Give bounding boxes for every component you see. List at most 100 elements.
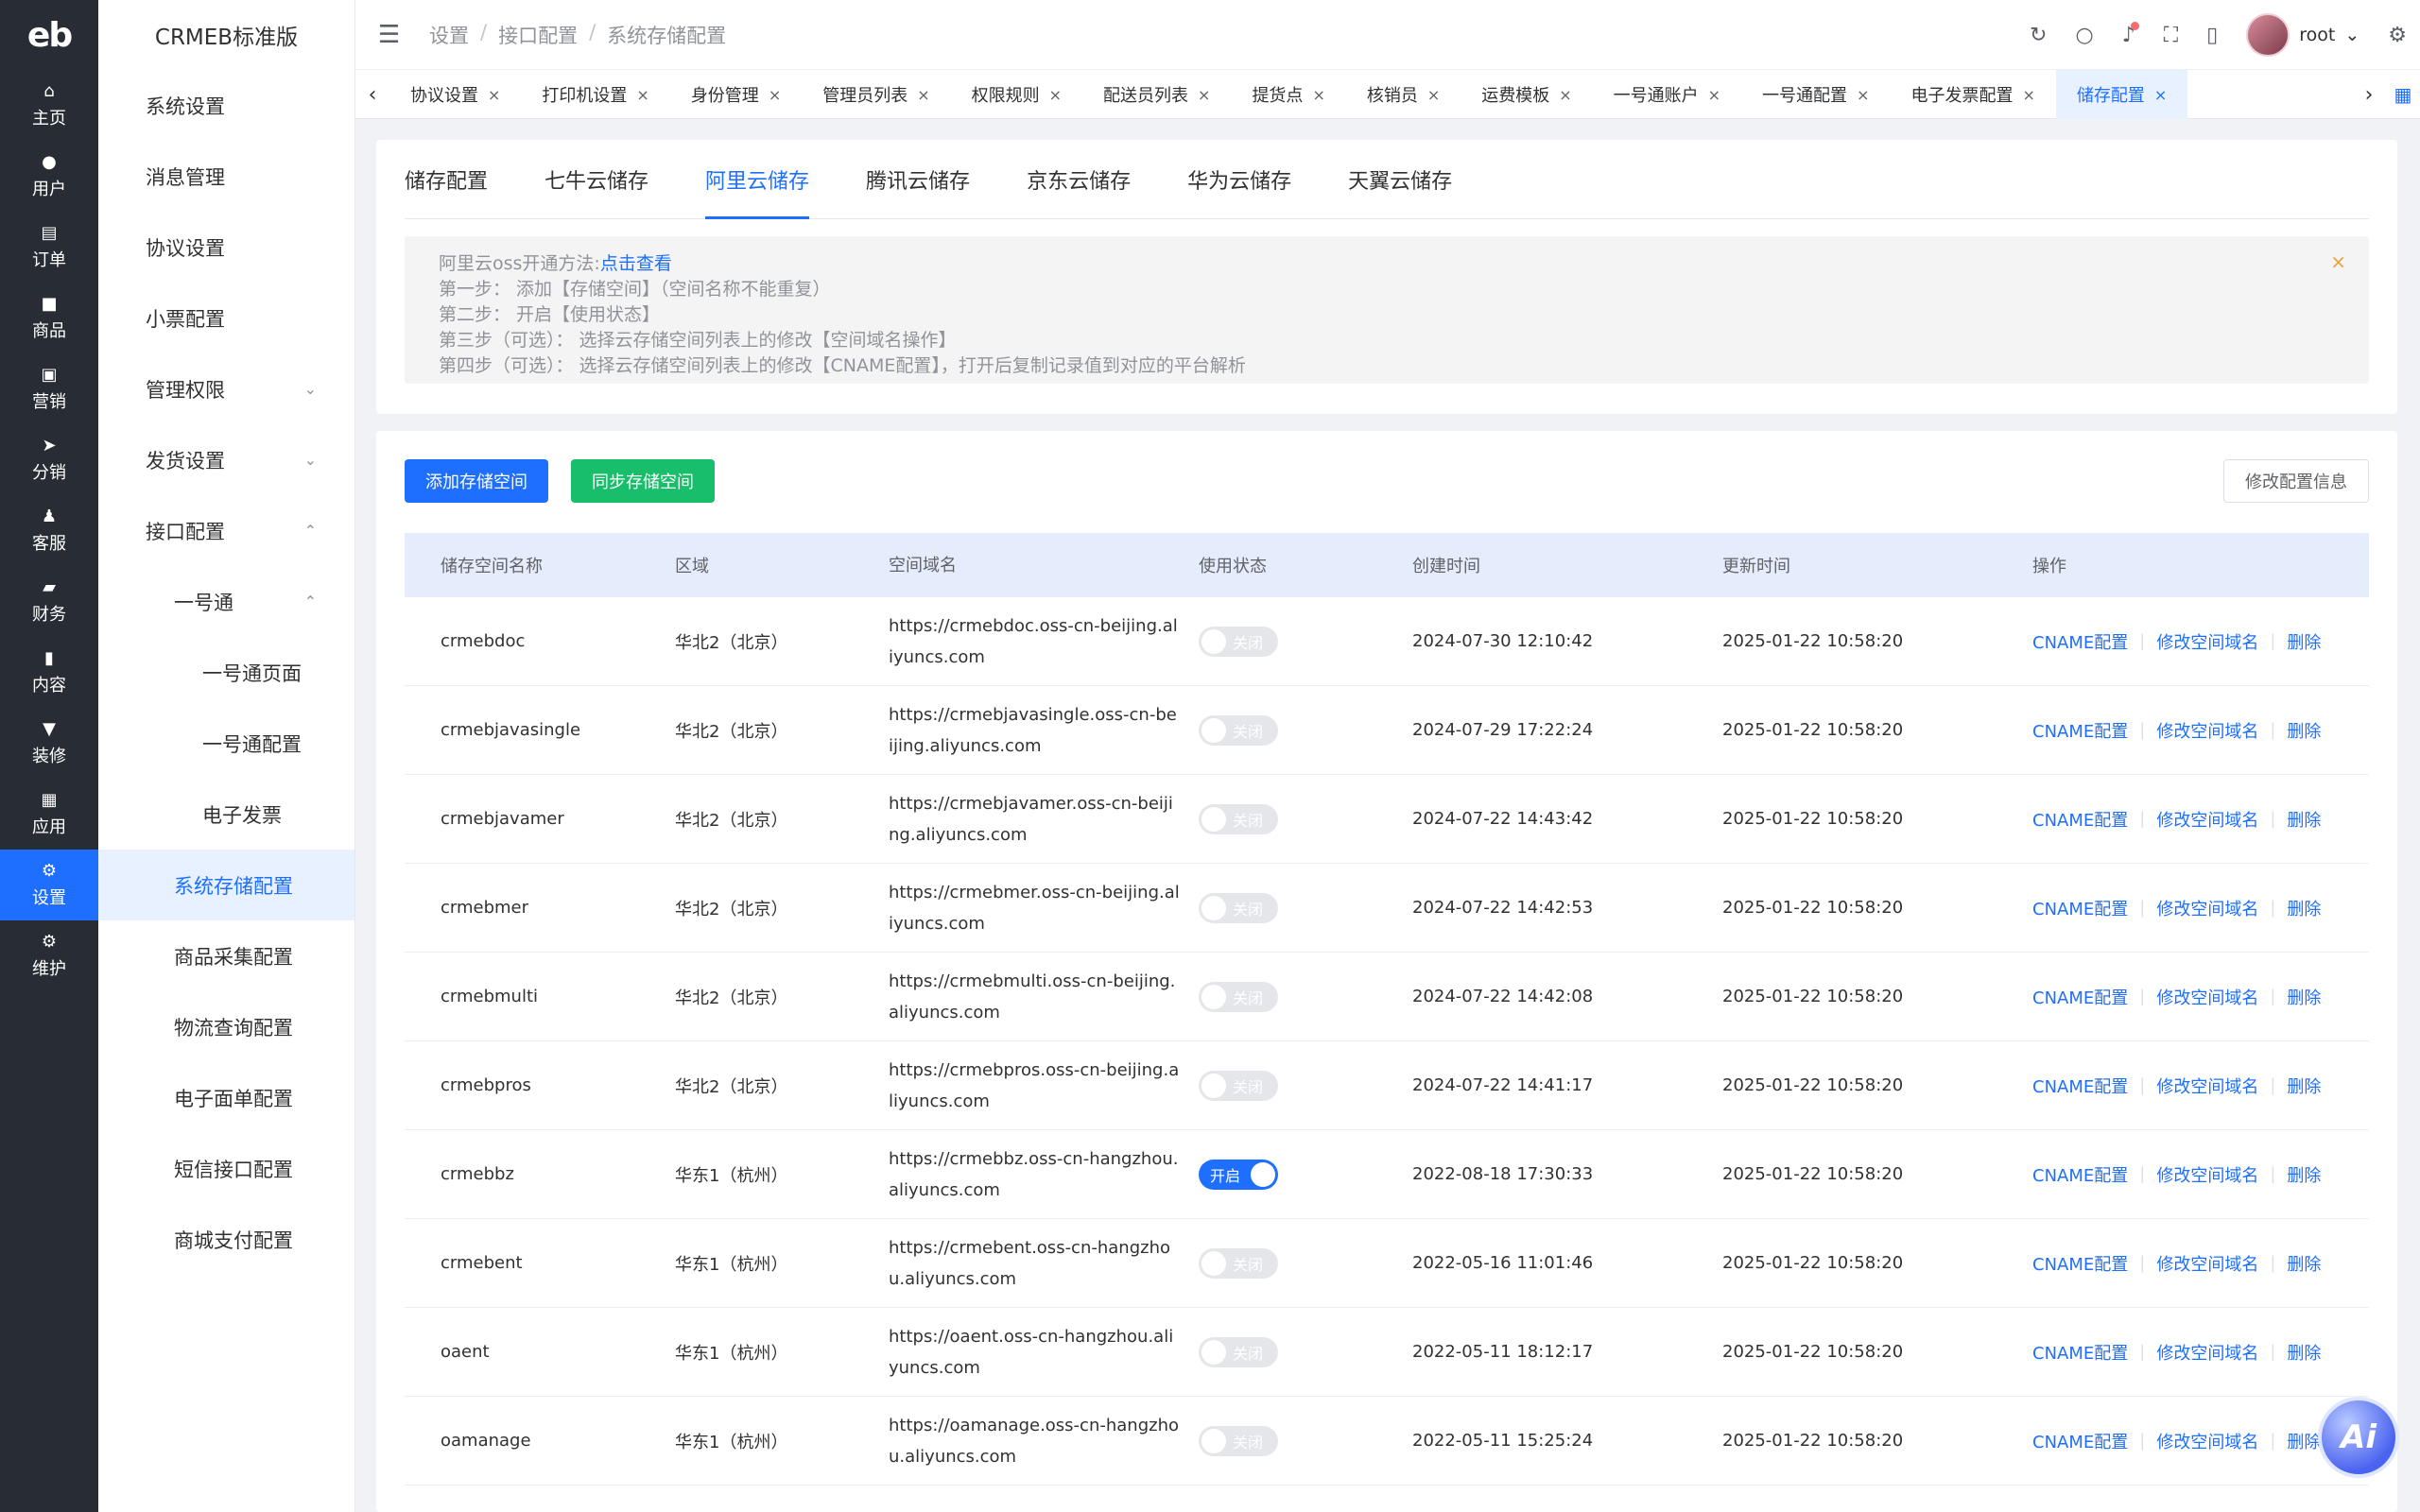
mobile-icon[interactable]: ▯ [2206,24,2218,47]
bell-icon[interactable]: ♪ [2122,21,2139,47]
rail-item-distribution[interactable]: ➤ 分销 [0,424,98,495]
cname-config-link[interactable]: CNAME配置 [2032,1162,2128,1187]
cname-config-link[interactable]: CNAME配置 [2032,718,2128,743]
storage-tab[interactable]: 腾讯云储存 [866,140,970,219]
page-tab[interactable]: 协议设置 × [389,70,521,119]
status-switch[interactable]: 关闭 [1199,1336,1278,1367]
status-switch[interactable]: 关闭 [1199,1070,1278,1101]
rail-item-goods[interactable]: ■ 商品 [0,283,98,353]
rail-item-settings[interactable]: ⚙ 设置 [0,850,98,920]
status-switch[interactable]: 关闭 [1199,626,1278,657]
submenu-item[interactable]: 管理权限 ⌄ [98,353,354,424]
add-storage-button[interactable]: 添加存储空间 [405,459,548,503]
submenu-item[interactable]: 商品采集配置 [98,920,354,991]
submenu-item[interactable]: 系统设置 [98,70,354,141]
cname-config-link[interactable]: CNAME配置 [2032,896,2128,920]
edit-domain-link[interactable]: 修改空间域名 [2156,1429,2258,1453]
rail-item-user[interactable]: ● 用户 [0,141,98,212]
rail-item-decorate[interactable]: ▼ 装修 [0,708,98,779]
page-tab[interactable]: 打印机设置 × [521,70,669,119]
edit-domain-link[interactable]: 修改空间域名 [2156,718,2258,743]
status-switch[interactable]: 关闭 [1199,981,1278,1012]
submenu-item[interactable]: 一号通 ⌃ [98,566,354,637]
delete-link[interactable]: 删除 [2287,1429,2321,1453]
rail-item-finance[interactable]: ▰ 财务 [0,566,98,637]
close-icon[interactable]: × [1559,86,1571,104]
close-icon[interactable]: × [1312,86,1324,104]
page-tab[interactable]: 权限规则 × [951,70,1082,119]
edit-domain-link[interactable]: 修改空间域名 [2156,1340,2258,1365]
edit-domain-link[interactable]: 修改空间域名 [2156,896,2258,920]
delete-link[interactable]: 删除 [2287,1251,2321,1276]
delete-link[interactable]: 删除 [2287,718,2321,743]
page-tab[interactable]: 一号通账户 × [1593,70,1741,119]
gear-icon[interactable]: ⚙ [2388,24,2407,47]
status-switch[interactable]: 关闭 [1199,892,1278,923]
cname-config-link[interactable]: CNAME配置 [2032,807,2128,832]
close-icon[interactable]: × [636,86,648,104]
delete-link[interactable]: 删除 [2287,1162,2321,1187]
alert-link[interactable]: 点击查看 [600,253,672,274]
rail-item-content[interactable]: ▮ 内容 [0,637,98,708]
menu-toggle-icon[interactable]: ☰ [378,21,416,49]
page-tab[interactable]: 身份管理 × [670,70,802,119]
cname-config-link[interactable]: CNAME配置 [2032,985,2128,1009]
cname-config-link[interactable]: CNAME配置 [2032,629,2128,654]
status-switch[interactable]: 开启 [1199,1159,1278,1190]
rail-item-maintain[interactable]: ⚙ 维护 [0,920,98,991]
cname-config-link[interactable]: CNAME配置 [2032,1429,2128,1453]
storage-tab[interactable]: 华为云储存 [1187,140,1291,219]
page-tab[interactable]: 管理员列表 × [802,70,950,119]
edit-domain-link[interactable]: 修改空间域名 [2156,1074,2258,1098]
delete-link[interactable]: 删除 [2287,1074,2321,1098]
submenu-item[interactable]: 接口配置 ⌃ [98,495,354,566]
status-switch[interactable]: 关闭 [1199,1247,1278,1279]
delete-link[interactable]: 删除 [2287,985,2321,1009]
rail-item-apps[interactable]: ▦ 应用 [0,779,98,850]
page-tab[interactable]: 提货点 × [1231,70,1345,119]
submenu-item[interactable]: 协议设置 [98,212,354,283]
storage-tab[interactable]: 阿里云储存 [705,140,810,219]
user-menu[interactable]: root ⌄ [2246,13,2360,57]
status-switch[interactable]: 关闭 [1199,714,1278,746]
rail-item-order[interactable]: ▤ 订单 [0,212,98,283]
submenu-item[interactable]: 系统存储配置 [98,850,354,920]
delete-link[interactable]: 删除 [2287,807,2321,832]
rail-item-home[interactable]: ⌂ 主页 [0,70,98,141]
close-icon[interactable]: × [917,86,929,104]
page-tab[interactable]: 核销员 × [1346,70,1461,119]
cname-config-link[interactable]: CNAME配置 [2032,1340,2128,1365]
chevron-left-icon[interactable]: ‹ [355,70,389,119]
close-icon[interactable]: × [2154,86,2167,104]
close-icon[interactable]: × [2330,249,2346,275]
sync-storage-button[interactable]: 同步存储空间 [571,459,715,503]
edit-domain-link[interactable]: 修改空间域名 [2156,807,2258,832]
breadcrumb-item[interactable]: 接口配置 [498,21,578,49]
storage-tab[interactable]: 七牛云储存 [544,140,648,219]
submenu-item[interactable]: 小票配置 [98,283,354,353]
storage-tab[interactable]: 京东云储存 [1027,140,1131,219]
storage-tab[interactable]: 天翼云储存 [1348,140,1452,219]
submenu-item[interactable]: 电子发票 [98,779,354,850]
close-icon[interactable]: × [1857,86,1869,104]
cname-config-link[interactable]: CNAME配置 [2032,1074,2128,1098]
rail-item-service[interactable]: ♟ 客服 [0,495,98,566]
edit-domain-link[interactable]: 修改空间域名 [2156,629,2258,654]
close-icon[interactable]: × [1708,86,1720,104]
page-tab[interactable]: 配送员列表 × [1082,70,1231,119]
edit-domain-link[interactable]: 修改空间域名 [2156,1162,2258,1187]
submenu-item[interactable]: 电子面单配置 [98,1062,354,1133]
page-tab[interactable]: 一号通配置 × [1741,70,1890,119]
status-switch[interactable]: 关闭 [1199,803,1278,834]
submenu-item[interactable]: 短信接口配置 [98,1133,354,1204]
page-tab[interactable]: 电子发票配置 × [1890,70,2055,119]
avatar[interactable] [2246,13,2290,57]
close-icon[interactable]: × [2022,86,2034,104]
close-icon[interactable]: × [488,86,500,104]
fullscreen-icon[interactable]: ⛶ [2164,24,2178,47]
submenu-item[interactable]: 一号通页面 [98,637,354,708]
storage-tab[interactable]: 储存配置 [405,140,488,219]
close-icon[interactable]: × [1049,86,1062,104]
cname-config-link[interactable]: CNAME配置 [2032,1251,2128,1276]
delete-link[interactable]: 删除 [2287,629,2321,654]
